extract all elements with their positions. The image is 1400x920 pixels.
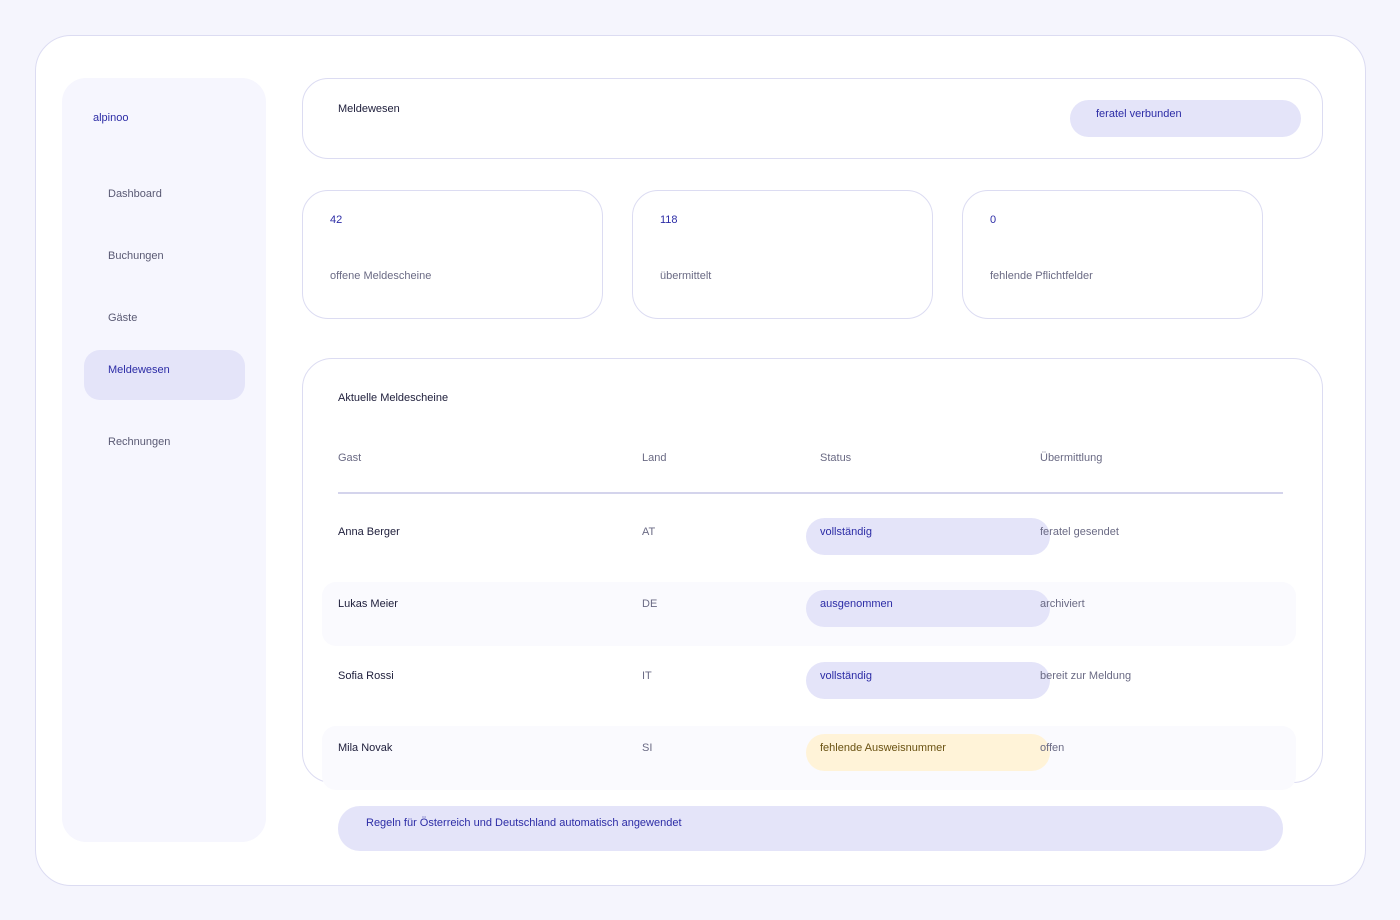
table-row-transmission: bereit zur Meldung: [1040, 670, 1132, 682]
brand-logo[interactable]: alpinoo: [93, 112, 128, 124]
sidebar-item-buchungen[interactable]: Buchungen: [84, 236, 245, 286]
stat-card-open: [302, 190, 603, 319]
status-badge-warning: fehlende Ausweisnummer: [806, 734, 1050, 771]
registration-table-card: [302, 358, 1323, 783]
column-header-guest[interactable]: Gast: [338, 452, 361, 464]
sidebar-item-rechnungen[interactable]: Rechnungen: [84, 422, 245, 472]
table-row-country: AT: [642, 526, 656, 538]
status-badge: vollständig: [806, 662, 1050, 699]
table-row-guest[interactable]: Anna Berger: [338, 526, 400, 538]
table-row-transmission: offen: [1040, 742, 1065, 754]
status-badge: ausgenommen: [806, 590, 1050, 627]
table-header-divider: [338, 492, 1283, 494]
sidebar-item-gaeste[interactable]: Gäste: [84, 298, 245, 348]
table-row-country: DE: [642, 598, 658, 610]
column-header-country[interactable]: Land: [642, 452, 666, 464]
table-row-guest[interactable]: Lukas Meier: [338, 598, 398, 610]
column-header-transmission[interactable]: Übermittlung: [1040, 452, 1102, 464]
table-row-guest[interactable]: Sofia Rossi: [338, 670, 394, 682]
column-header-status[interactable]: Status: [820, 452, 851, 464]
status-badge: vollständig: [806, 518, 1050, 555]
table-row-country: SI: [642, 742, 653, 754]
table-row-transmission: archiviert: [1040, 598, 1085, 610]
connection-status-badge: feratel verbunden: [1070, 100, 1301, 137]
stat-label-missing: fehlende Pflichtfelder: [990, 270, 1093, 282]
stat-card-missing: [962, 190, 1263, 319]
page-title: Meldewesen: [338, 103, 400, 115]
stat-value-missing: 0: [990, 214, 997, 226]
table-row-transmission: feratel gesendet: [1040, 526, 1119, 538]
table-row-country: IT: [642, 670, 652, 682]
stat-value-open: 42: [330, 214, 343, 226]
table-row-guest[interactable]: Mila Novak: [338, 742, 392, 754]
stat-card-transmitted: [632, 190, 933, 319]
table-title: Aktuelle Meldescheine: [338, 392, 449, 404]
stat-label-open: offene Meldescheine: [330, 270, 432, 282]
stat-value-transmitted: 118: [660, 214, 678, 226]
stat-label-transmitted: übermittelt: [660, 270, 712, 282]
rules-notice-banner: Regeln für Österreich und Deutschland au…: [338, 806, 1283, 851]
sidebar-item-meldewesen[interactable]: Meldewesen: [84, 350, 245, 400]
sidebar-item-dashboard[interactable]: Dashboard: [84, 174, 245, 224]
